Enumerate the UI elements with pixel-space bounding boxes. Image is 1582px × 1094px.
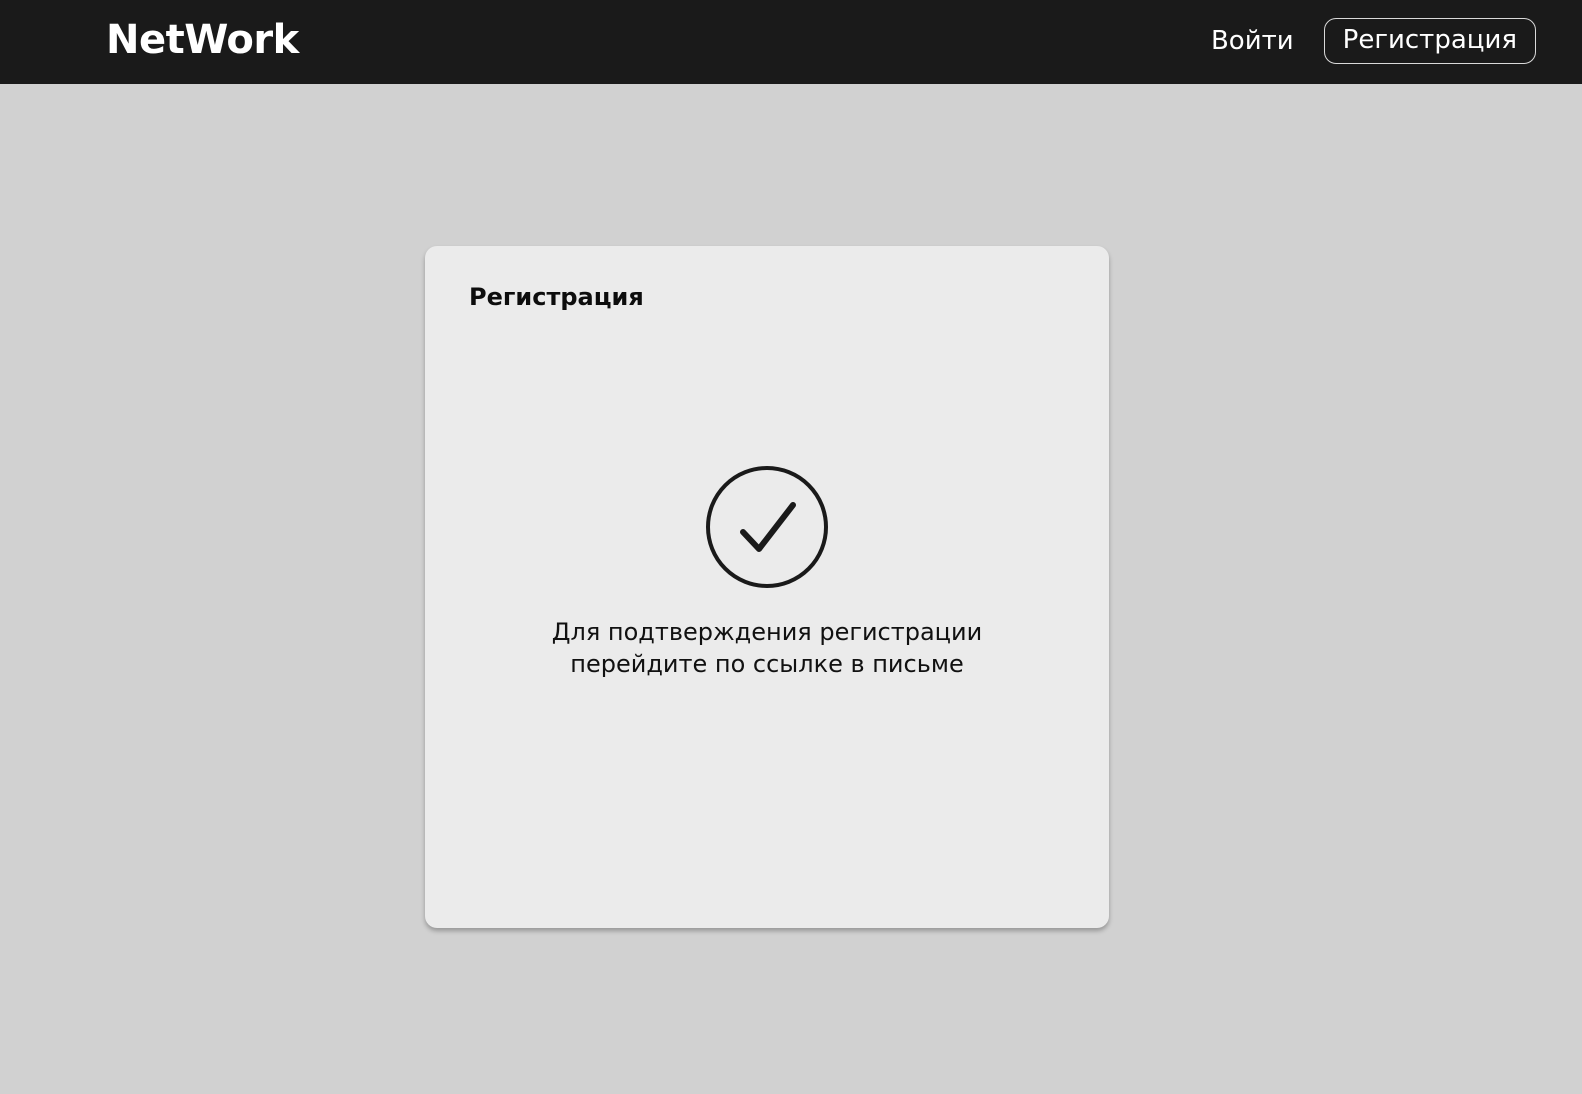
check-circle-icon — [706, 466, 828, 588]
site-logo[interactable]: NetWork — [106, 14, 299, 66]
login-link[interactable]: Войти — [1211, 18, 1294, 64]
register-button[interactable]: Регистрация — [1323, 18, 1536, 64]
card-title: Регистрация — [469, 283, 644, 311]
header-nav: Войти Регистрация — [1211, 18, 1536, 64]
registration-card: Регистрация Для подтверждения регистраци… — [425, 246, 1109, 928]
top-navigation-bar: NetWork Войти Регистрация — [0, 0, 1582, 84]
confirmation-message: Для подтверждения регистрации перейдите … — [425, 616, 1109, 680]
confirmation-message-line-2: перейдите по ссылке в письме — [570, 650, 964, 678]
confirmation-message-line-1: Для подтверждения регистрации — [551, 618, 983, 646]
